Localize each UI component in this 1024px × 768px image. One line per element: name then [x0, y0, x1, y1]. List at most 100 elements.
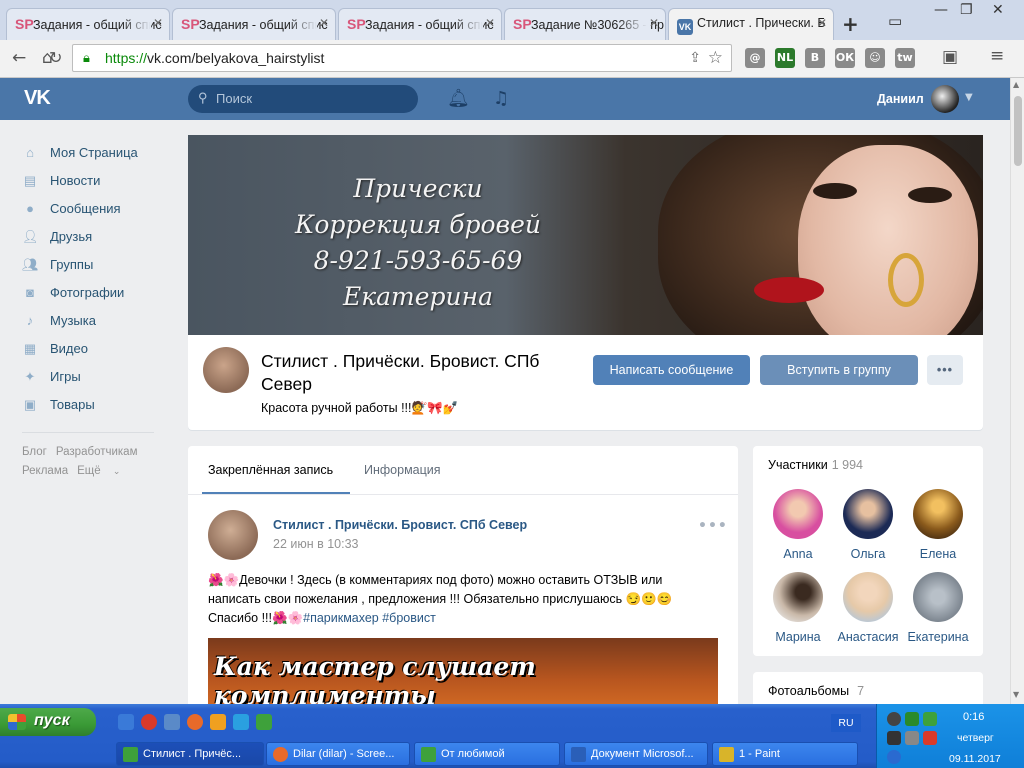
close-icon[interactable]: ✕ — [817, 16, 827, 30]
page-scrollbar[interactable]: ▲ ▼ — [1010, 78, 1024, 704]
browser-tab-2[interactable]: SPЗадания - общий спис ✕ — [172, 8, 336, 40]
chevron-down-icon[interactable]: ▼ — [965, 92, 973, 103]
info-icon[interactable] — [887, 750, 901, 764]
member-name: Марина — [775, 630, 821, 644]
share-icon[interactable]: ⇪ — [689, 49, 701, 66]
menu-item-photos[interactable]: ◙ Фотографии — [22, 278, 172, 306]
ie-icon[interactable] — [118, 714, 134, 730]
new-tab-icon[interactable]: + — [842, 12, 859, 36]
member-name: Елена — [919, 547, 957, 561]
tray-g-icon[interactable] — [887, 712, 901, 726]
member-item[interactable]: Anna — [763, 489, 833, 561]
close-icon[interactable]: ✕ — [485, 16, 495, 30]
tab-info[interactable]: Информация — [364, 463, 441, 477]
menu-item-goods[interactable]: ▣ Товары — [22, 390, 172, 418]
browser-tab-4[interactable]: SPЗадание №306265 - пр ✕ — [504, 8, 666, 40]
more-actions-button[interactable]: ••• — [927, 355, 963, 385]
avatar[interactable] — [931, 85, 959, 113]
clock-time[interactable]: 0:16 — [963, 711, 984, 723]
footer-link-developers[interactable]: Разработчикам — [56, 446, 138, 458]
member-item[interactable]: Марина — [763, 572, 833, 644]
browser-tab-1[interactable]: SPЗадания - общий спис ✕ — [6, 8, 170, 40]
albums-title[interactable]: Фотоальбомы 7 — [768, 684, 864, 698]
menu-icon[interactable]: ≡ — [990, 46, 1004, 66]
desktop-icon[interactable] — [164, 714, 180, 730]
reload-icon[interactable]: ↻ — [49, 48, 62, 68]
bookmark-star-icon[interactable]: ☆ — [708, 48, 723, 68]
app-a-icon[interactable] — [256, 714, 272, 730]
extension-globe-icon[interactable]: NL — [775, 48, 795, 68]
tab-pinned-post[interactable]: Закреплённая запись — [208, 463, 333, 477]
member-item[interactable]: Елена — [903, 489, 973, 561]
menu-item-my-page[interactable]: ⌂ Моя Страница — [22, 138, 172, 166]
firefox-icon[interactable] — [187, 714, 203, 730]
close-icon[interactable]: ✕ — [649, 16, 659, 30]
send-message-button[interactable]: Написать сообщение — [593, 355, 750, 385]
tray-a-icon[interactable] — [923, 712, 937, 726]
window-close-icon[interactable]: ✕ — [992, 2, 1004, 18]
menu-item-messages[interactable]: ● Сообщения — [22, 194, 172, 222]
member-item[interactable]: Анастасия — [833, 572, 903, 644]
taskbar-item-paint[interactable]: 1 - Paint — [712, 742, 858, 766]
cover-earring — [888, 253, 924, 307]
scroll-down-icon[interactable]: ▼ — [1013, 690, 1019, 699]
taskbar-item-chrome[interactable]: Стилист . Причёс... — [116, 742, 264, 766]
taskbar-item-firefox[interactable]: Dilar (dilar) - Scree... — [266, 742, 410, 766]
menu-item-video[interactable]: ▦ Видео — [22, 334, 172, 362]
start-button[interactable]: пуск — [0, 708, 96, 736]
close-icon[interactable]: ✕ — [319, 16, 329, 30]
menu-item-news[interactable]: ▤ Новости — [22, 166, 172, 194]
footer-link-more[interactable]: Ещё ⌄ — [77, 465, 129, 477]
taskbar-item-word[interactable]: Документ Microsof... — [564, 742, 708, 766]
extension-vk-icon[interactable]: B — [805, 48, 825, 68]
tray-network-icon[interactable] — [905, 731, 919, 745]
close-icon[interactable]: ✕ — [153, 16, 163, 30]
member-photo — [773, 489, 823, 539]
telegram-icon[interactable] — [233, 714, 249, 730]
menu-item-groups[interactable]: 👥︎ Группы — [22, 250, 172, 278]
post-hashtags[interactable]: #парикмахер #бровист — [303, 611, 436, 625]
member-item[interactable]: Екатерина — [903, 572, 973, 644]
menu-item-friends[interactable]: 👤︎ Друзья — [22, 222, 172, 250]
extension-mail-icon[interactable]: ☺ — [865, 48, 885, 68]
menu-item-music[interactable]: ♪ Музыка — [22, 306, 172, 334]
chat-icon[interactable]: ▣ — [942, 47, 958, 67]
browser-tab-active[interactable]: VK Стилист . Прически. Б ✕ — [668, 8, 834, 41]
music-note-icon[interactable]: ♫ — [493, 88, 509, 109]
post-author-avatar[interactable] — [208, 510, 258, 560]
opera-icon[interactable] — [141, 714, 157, 730]
vk-logo[interactable]: VK — [24, 87, 51, 110]
menu-footer: Блог Разработчикам Реклама Ещё ⌄ — [22, 443, 172, 481]
search-input[interactable]: ⚲ Поиск — [188, 85, 418, 113]
speaker-icon[interactable] — [923, 731, 937, 745]
back-icon[interactable]: ← — [12, 48, 26, 68]
address-bar[interactable]: ↻ 🔒︎ https://vk.com/belyakova_hairstylis… — [49, 44, 732, 72]
search-app-icon[interactable] — [210, 714, 226, 730]
member-item[interactable]: Ольга — [833, 489, 903, 561]
post-author[interactable]: Стилист . Причёски. Бровист. СПб Север — [273, 518, 527, 532]
window-list-icon[interactable]: ▭ — [888, 12, 902, 30]
footer-link-ads[interactable]: Реклама — [22, 465, 68, 477]
user-name[interactable]: Даниил — [877, 92, 924, 106]
post-image[interactable]: Как мастер слушает комплименты — [208, 638, 718, 704]
language-indicator[interactable]: RU — [831, 714, 861, 732]
taskbar-item-folder[interactable]: От любимой — [414, 742, 560, 766]
minimize-icon[interactable]: — — [934, 2, 948, 18]
post-more-icon[interactable]: ••• — [698, 518, 728, 534]
extension-ok-icon[interactable]: ОК — [835, 48, 855, 68]
members-title[interactable]: Участники 1 994 — [768, 458, 863, 472]
footer-link-blog[interactable]: Блог — [22, 446, 47, 458]
tray-75-icon[interactable] — [905, 712, 919, 726]
scroll-up-icon[interactable]: ▲ — [1013, 80, 1019, 89]
restore-icon[interactable]: ❐ — [960, 2, 973, 18]
browser-tab-3[interactable]: SPЗадания - общий спис ✕ — [338, 8, 502, 40]
bell-icon[interactable]: 🔔︎ — [447, 88, 470, 109]
scroll-thumb[interactable] — [1014, 96, 1022, 166]
menu-item-games[interactable]: ✦ Игры — [22, 362, 172, 390]
post-date[interactable]: 22 июн в 10:33 — [273, 537, 359, 551]
join-group-button[interactable]: Вступить в группу — [760, 355, 918, 385]
tray-tools-icon[interactable] — [887, 731, 901, 745]
extension-twitter-icon[interactable]: tw — [895, 48, 915, 68]
extension-icon[interactable]: @ — [745, 48, 765, 68]
group-avatar[interactable] — [203, 347, 249, 393]
